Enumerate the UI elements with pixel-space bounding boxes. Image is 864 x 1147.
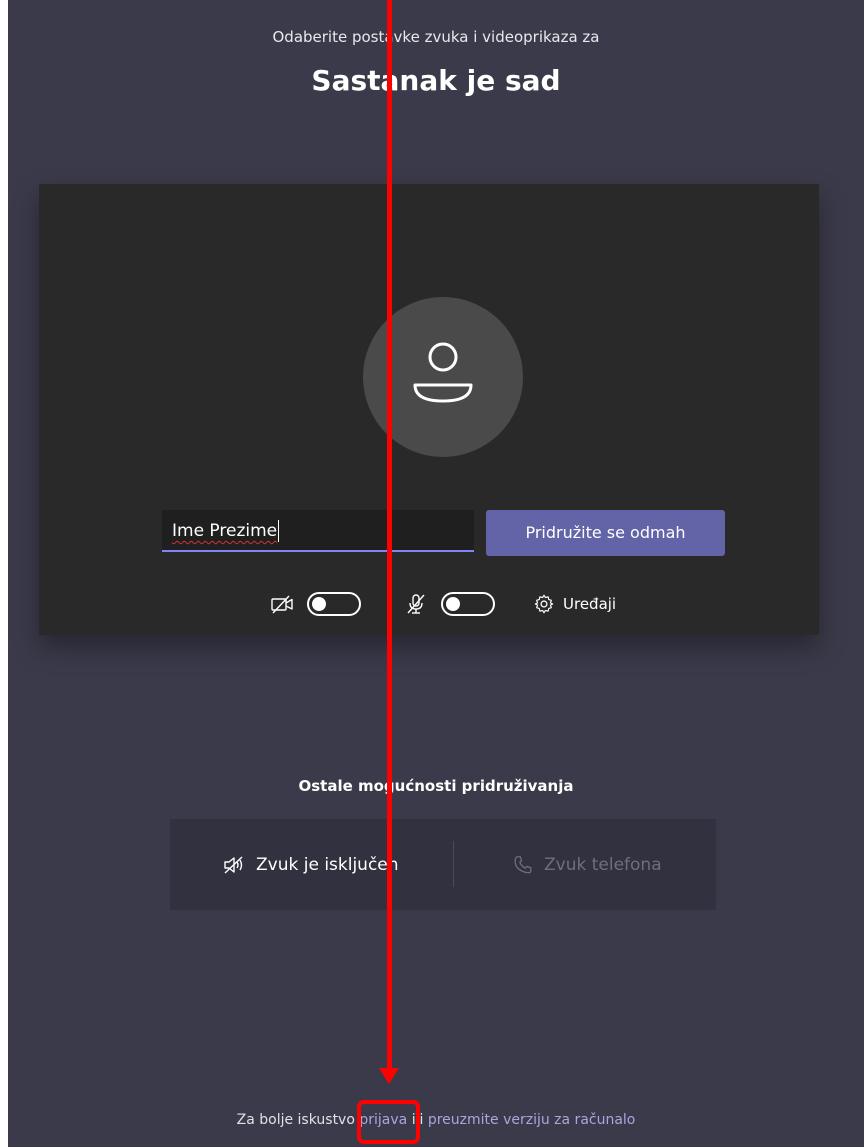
mic-toggle[interactable] — [441, 592, 495, 616]
name-input[interactable]: Ime Prezime — [162, 510, 474, 552]
phone-audio-option[interactable]: Zvuk telefona — [512, 819, 662, 910]
join-screen: Odaberite postavke zvuka i videoprikaza … — [8, 0, 864, 1147]
media-controls: Uređaji — [39, 588, 819, 620]
join-now-button[interactable]: Pridružite se odmah — [486, 510, 725, 556]
other-join-options-heading: Ostale mogućnosti pridruživanja — [298, 777, 574, 795]
gear-icon — [534, 594, 554, 614]
camera-toggle-knob — [312, 597, 326, 611]
page-subtitle: Odaberite postavke zvuka i videoprikaza … — [272, 28, 600, 46]
devices-label: Uređaji — [563, 595, 617, 613]
meeting-title: Sastanak je sad — [311, 64, 561, 97]
camera-off-icon — [271, 595, 293, 614]
other-join-options: Zvuk je isključen Zvuk telefona — [170, 819, 716, 910]
text-caret — [278, 520, 280, 542]
phone-audio-label: Zvuk telefona — [544, 854, 662, 875]
annotation-highlight-box — [357, 1100, 420, 1144]
annotation-arrowhead — [379, 1068, 399, 1084]
devices-button[interactable]: Uređaji — [533, 590, 616, 618]
audio-off-label: Zvuk je isključen — [256, 854, 399, 875]
name-input-value: Ime Prezime — [172, 521, 278, 541]
phone-icon — [514, 855, 532, 873]
footer: Za bolje iskustvo prijava ili preuzmite … — [8, 1112, 864, 1128]
camera-toggle[interactable] — [307, 592, 361, 616]
annotation-arrow-line — [387, 0, 392, 1072]
mic-toggle-knob — [446, 597, 460, 611]
footer-prefix: Za bolje iskustvo — [236, 1112, 355, 1128]
mic-off-icon — [407, 594, 425, 614]
download-desktop-link[interactable]: preuzmite verziju za računalo — [428, 1112, 636, 1128]
options-divider — [453, 841, 454, 887]
speaker-off-icon — [224, 855, 243, 874]
video-preview: Ime Prezime Pridružite se odmah Uređaji — [39, 184, 819, 635]
audio-off-option[interactable]: Zvuk je isključen — [222, 819, 399, 910]
